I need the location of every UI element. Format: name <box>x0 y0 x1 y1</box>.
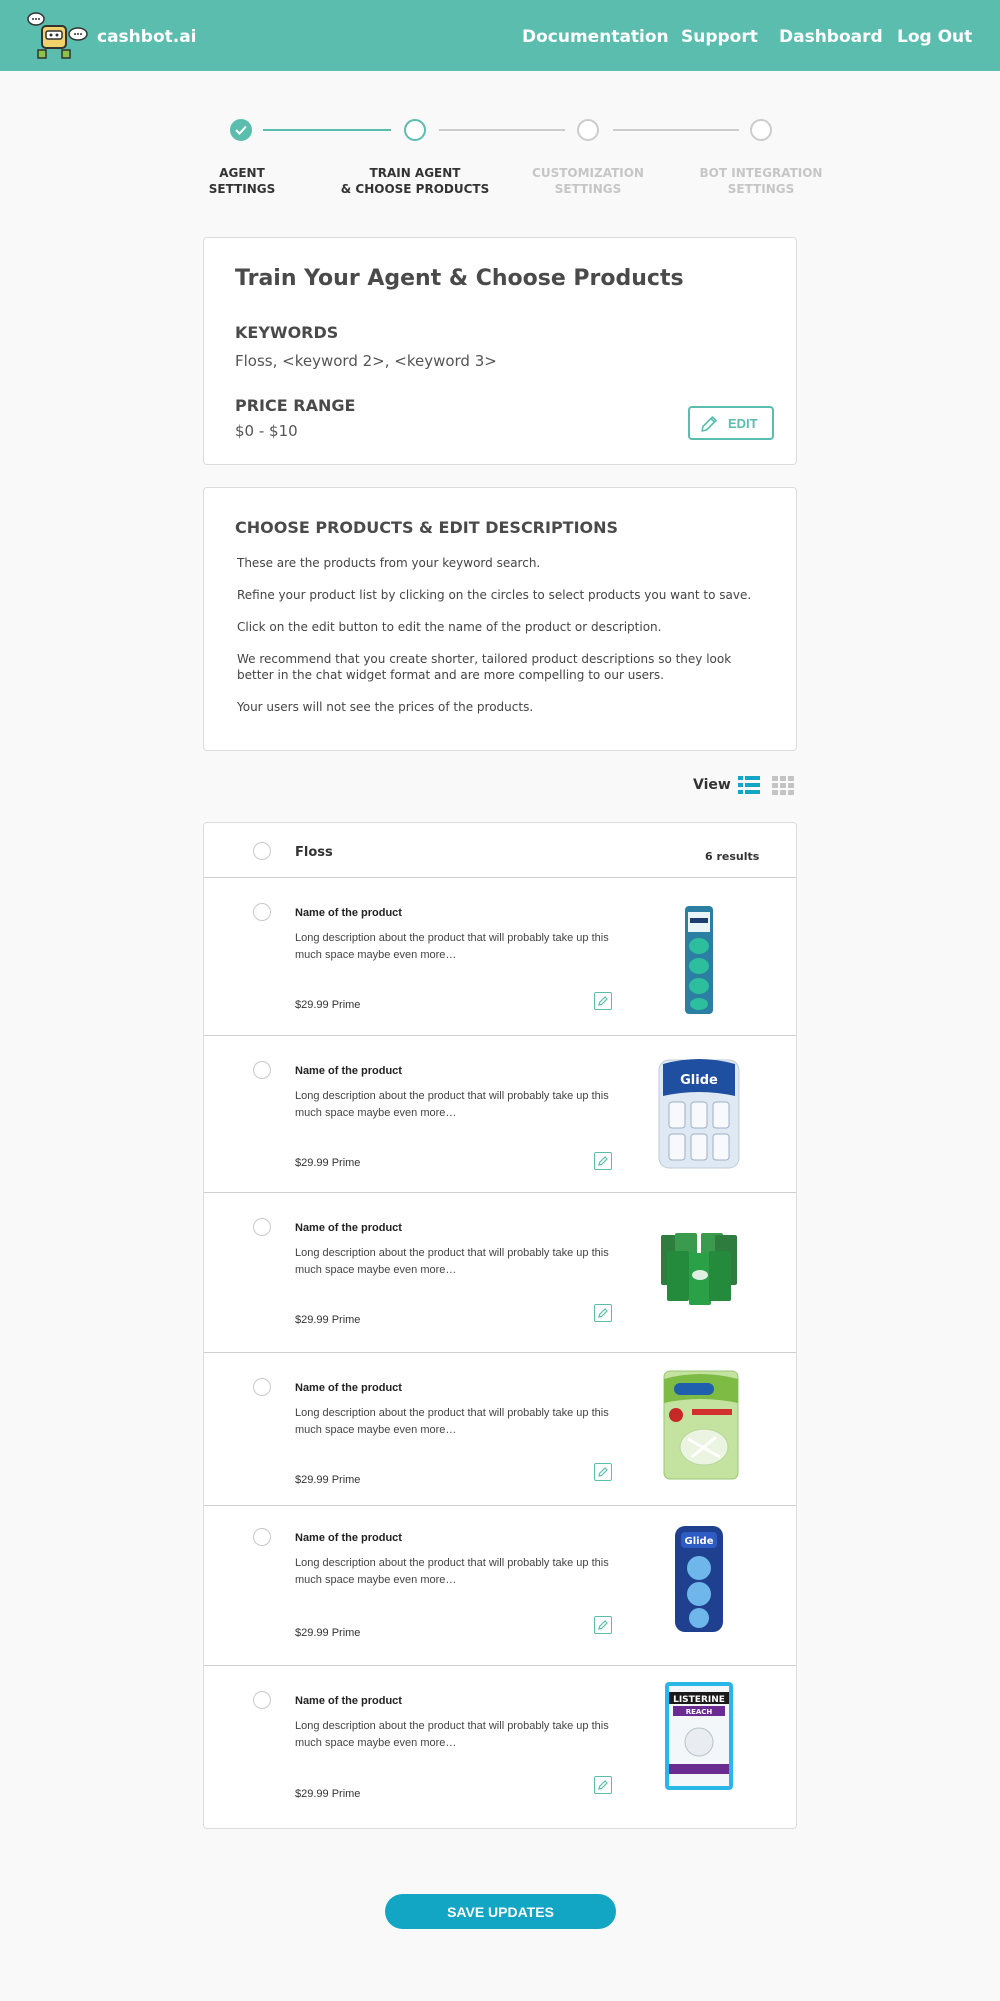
product-name: Name of the product <box>295 1532 402 1544</box>
edit-product-pencil-icon[interactable] <box>594 1616 612 1634</box>
product-row: Name of the product Long description abo… <box>204 1353 796 1506</box>
grid-view-icon[interactable] <box>772 775 794 795</box>
product-price: $29.99 Prime <box>295 999 361 1011</box>
product-row: Name of the product Long description abo… <box>204 1036 796 1193</box>
step-4-label: BOT INTEGRATION SETTINGS <box>699 166 823 196</box>
edit-product-pencil-icon[interactable] <box>594 1152 612 1170</box>
instruction-text: These are the products from your keyword… <box>237 556 541 570</box>
step-connector <box>613 129 739 131</box>
edit-product-pencil-icon[interactable] <box>594 1304 612 1322</box>
price-range-label: PRICE RANGE <box>235 396 356 415</box>
nav-log-out[interactable]: Log Out <box>897 27 972 47</box>
product-name: Name of the product <box>295 1222 402 1234</box>
instruction-text: Your users will not see the prices of th… <box>237 700 534 714</box>
dentek-triple-clean-bag-image <box>663 1370 739 1480</box>
instructions-title: CHOOSE PRODUCTS & EDIT DESCRIPTIONS <box>235 518 619 537</box>
keywords-value: Floss, <keyword 2>, <keyword 3> <box>235 352 497 370</box>
step-4-circle[interactable] <box>750 119 772 141</box>
instructions-card: CHOOSE PRODUCTS & EDIT DESCRIPTIONS Thes… <box>203 487 797 751</box>
card-title: Train Your Agent & Choose Products <box>235 266 684 291</box>
green-floss-packs-image <box>661 1233 737 1305</box>
edit-product-pencil-icon[interactable] <box>594 1463 612 1481</box>
product-description: Long description about the product that … <box>295 1407 609 1436</box>
price-range-value: $0 - $10 <box>235 422 298 440</box>
glide-floss-multipack-image: Glide <box>658 1059 740 1169</box>
step-connector <box>439 129 565 131</box>
edit-product-pencil-icon[interactable] <box>594 1776 612 1794</box>
keyword-title: Floss <box>295 845 333 860</box>
cashbot-logo-icon[interactable] <box>26 12 90 60</box>
edit-label: EDIT <box>728 416 758 431</box>
select-product-radio[interactable] <box>253 903 271 921</box>
instruction-text: Refine your product list by clicking on … <box>237 588 752 602</box>
train-agent-card: Train Your Agent & Choose Products KEYWO… <box>203 237 797 465</box>
select-product-radio[interactable] <box>253 1218 271 1236</box>
product-list: Floss 6 results Name of the product Long… <box>203 822 797 1829</box>
product-price: $29.99 Prime <box>295 1788 361 1800</box>
select-all-radio[interactable] <box>253 842 271 860</box>
product-price: $29.99 Prime <box>295 1157 361 1169</box>
step-1-check-icon[interactable] <box>230 119 252 141</box>
product-row: Name of the product Long description abo… <box>204 878 796 1036</box>
step-3-circle[interactable] <box>577 119 599 141</box>
nav-dashboard[interactable]: Dashboard <box>779 27 883 47</box>
glide-floss-picks-blue-image: Glide <box>675 1526 723 1632</box>
keywords-label: KEYWORDS <box>235 323 339 342</box>
product-description: Long description about the product that … <box>295 1557 609 1586</box>
nav-support[interactable]: Support <box>681 27 758 47</box>
product-description: Long description about the product that … <box>295 1720 609 1749</box>
select-product-radio[interactable] <box>253 1691 271 1709</box>
select-product-radio[interactable] <box>253 1061 271 1079</box>
select-product-radio[interactable] <box>253 1378 271 1396</box>
svg-text:Glide: Glide <box>680 1073 718 1088</box>
save-updates-button[interactable]: SAVE UPDATES <box>385 1894 616 1929</box>
step-1-label: AGENT SETTINGS <box>208 166 276 196</box>
product-price: $29.99 Prime <box>295 1314 361 1326</box>
product-price: $29.99 Prime <box>295 1627 361 1639</box>
brand-name[interactable]: cashbot.ai <box>97 27 197 47</box>
floss-picks-pack-image <box>685 906 713 1014</box>
view-label: View <box>693 777 731 793</box>
product-row: Name of the product Long description abo… <box>204 1666 796 1829</box>
results-count: 6 results <box>705 850 760 863</box>
listerine-reach-floss-image: LISTERINE REACH <box>665 1682 733 1790</box>
list-view-icon[interactable] <box>738 775 760 795</box>
edit-product-pencil-icon[interactable] <box>594 992 612 1010</box>
product-name: Name of the product <box>295 1382 402 1394</box>
step-3-label: CUSTOMIZATION SETTINGS <box>532 166 644 196</box>
product-description: Long description about the product that … <box>295 1247 609 1276</box>
step-2-label: TRAIN AGENT & CHOOSE PRODUCTS <box>340 166 490 196</box>
product-description: Long description about the product that … <box>295 1090 609 1119</box>
step-connector <box>263 129 391 131</box>
product-row: Name of the product Long description abo… <box>204 1193 796 1353</box>
instruction-text: We recommend that you create shorter, ta… <box>237 652 732 682</box>
top-header: cashbot.ai Documentation Support Dashboa… <box>0 0 1000 71</box>
product-name: Name of the product <box>295 1065 402 1077</box>
edit-settings-button[interactable]: EDIT <box>688 406 774 440</box>
instruction-text: Click on the edit button to edit the nam… <box>237 620 662 634</box>
product-description: Long description about the product that … <box>295 932 609 961</box>
product-row: Name of the product Long description abo… <box>204 1506 796 1666</box>
list-header: Floss 6 results <box>204 823 796 878</box>
pencil-icon <box>701 416 717 432</box>
svg-text:Glide: Glide <box>684 1536 713 1547</box>
nav-documentation[interactable]: Documentation <box>522 27 669 47</box>
svg-text:LISTERINE: LISTERINE <box>673 1695 725 1705</box>
select-product-radio[interactable] <box>253 1528 271 1546</box>
svg-text:REACH: REACH <box>686 1708 713 1716</box>
step-2-circle[interactable] <box>404 119 426 141</box>
product-name: Name of the product <box>295 1695 402 1707</box>
product-name: Name of the product <box>295 907 402 919</box>
product-price: $29.99 Prime <box>295 1474 361 1486</box>
